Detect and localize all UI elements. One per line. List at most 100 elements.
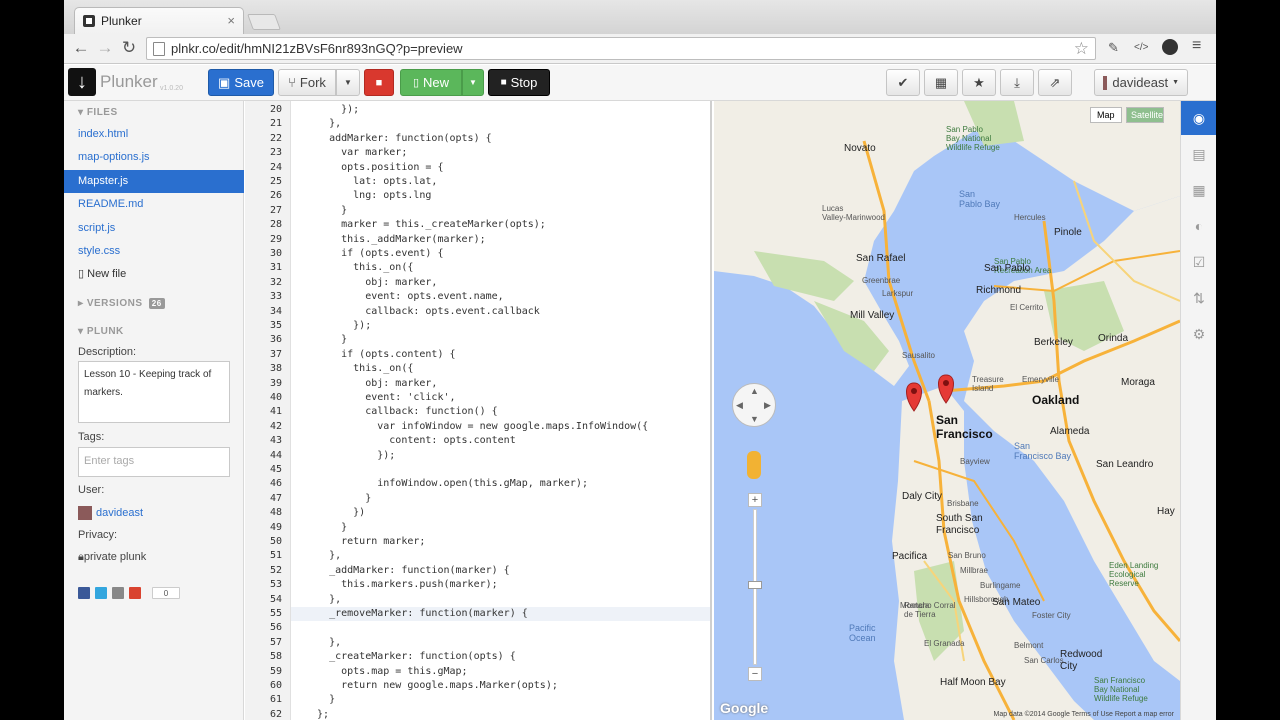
line-number: 57	[269, 636, 282, 648]
map-label: Alameda	[1050, 426, 1090, 437]
check-button[interactable]: ✔	[886, 69, 920, 96]
map-type-satellite-button[interactable]: Satellite	[1126, 107, 1164, 123]
plunk-section-header[interactable]: ▾ PLUNK	[78, 326, 124, 337]
browser-tab[interactable]: Plunker ×	[74, 7, 244, 34]
close-tab-icon[interactable]: ×	[227, 13, 235, 28]
download-icon: ⤓	[1014, 74, 1020, 90]
privacy-label: Privacy:	[78, 529, 118, 541]
line-number: 41	[269, 406, 282, 418]
map-label: Rancho Corral de Tierra	[904, 601, 956, 619]
new-dropdown-button[interactable]: ▼	[462, 69, 484, 96]
pan-down-icon[interactable]: ▼	[750, 414, 759, 424]
files-section-header[interactable]: ▾ FILES	[78, 107, 118, 118]
new-file-link[interactable]: ▯ New file	[64, 263, 244, 286]
map-label: Daly City	[902, 491, 943, 502]
email-icon[interactable]	[112, 587, 124, 599]
file-item[interactable]: README.md	[64, 193, 244, 216]
pan-right-icon[interactable]: ▶	[764, 400, 771, 411]
pan-left-icon[interactable]: ◀	[736, 400, 743, 411]
extension-eyedropper-icon[interactable]: ✎	[1108, 40, 1119, 56]
chevron-down-icon: ▾	[78, 107, 84, 118]
zoom-in-button[interactable]: +	[748, 493, 762, 507]
line-number: 54	[269, 593, 282, 605]
layers-icon[interactable]: ▤	[1181, 137, 1216, 171]
file-item-active[interactable]: Mapster.js	[64, 170, 244, 193]
google-logo[interactable]: Google	[720, 700, 768, 716]
tags-input[interactable]: Enter tags	[78, 447, 230, 477]
tags-label: Tags:	[78, 431, 105, 443]
stop-button[interactable]: ■ Stop	[488, 69, 550, 96]
new-file-icon: ▯	[412, 77, 420, 89]
back-icon[interactable]: ←	[70, 38, 92, 58]
map-label: Greenbrae	[862, 276, 901, 285]
fork-button[interactable]: ⑂ Fork	[278, 69, 336, 96]
extension-code-icon[interactable]: </>	[1134, 42, 1148, 53]
code-line: }	[305, 521, 348, 533]
star-button[interactable]: ★	[962, 69, 996, 96]
map-type-map-button[interactable]: Map	[1090, 107, 1122, 123]
google-plus-icon[interactable]	[129, 587, 141, 599]
code-line: content: opts.content	[305, 435, 516, 447]
file-item[interactable]: script.js	[64, 217, 244, 240]
code-line: callback: opts.event.callback	[305, 305, 540, 317]
forward-icon[interactable]: →	[94, 38, 116, 58]
map-label: Pacific Ocean	[849, 623, 876, 643]
bookmark-star-icon[interactable]: ☆	[1074, 39, 1089, 59]
external-link-icon: ⇗	[1049, 74, 1061, 90]
download-button[interactable]: ⤓	[1000, 69, 1034, 96]
file-item[interactable]: style.css	[64, 240, 244, 263]
pan-up-icon[interactable]: ▲	[750, 386, 759, 396]
sync-icon[interactable]: ⇅	[1181, 281, 1216, 315]
map-preview[interactable]: Map Satellite San Pablo Bay San Pablo Ba…	[714, 101, 1180, 720]
share-count: 0	[152, 587, 180, 599]
delete-button[interactable]: ■	[364, 69, 394, 96]
description-label: Description:	[78, 346, 137, 358]
checkbox-icon[interactable]: ☑	[1181, 245, 1216, 279]
reload-icon[interactable]: ↻	[118, 38, 140, 58]
code-line: }	[305, 204, 348, 216]
versions-section-header[interactable]: ▸ VERSIONS 26	[78, 298, 165, 309]
user-menu-button[interactable]: davideast ▼	[1094, 69, 1188, 96]
facebook-icon[interactable]	[78, 587, 90, 599]
map-label: San Francisco	[936, 413, 993, 441]
file-item[interactable]: map-options.js	[64, 146, 244, 169]
save-button[interactable]: ▣ Save	[208, 69, 274, 96]
plunker-logo-icon[interactable]: ↓	[68, 68, 96, 96]
street-view-pegman-icon[interactable]	[747, 451, 761, 479]
zoom-control[interactable]: + −	[748, 493, 762, 683]
file-item[interactable]: index.html	[64, 123, 244, 146]
map-label: Novato	[844, 143, 876, 154]
line-number: 21	[269, 118, 282, 130]
code-editor[interactable]: }); }, addMarker: function(opts) { var m…	[291, 101, 712, 720]
code-line: }	[305, 334, 348, 346]
fork-dropdown-button[interactable]: ▼	[336, 69, 360, 96]
chevron-down-icon: ▾	[78, 326, 84, 337]
code-line: this.markers.push(marker);	[305, 579, 498, 591]
gear-icon[interactable]: ⚙	[1181, 317, 1216, 351]
code-line: });	[305, 104, 360, 115]
extension-circle-icon[interactable]	[1162, 39, 1178, 55]
map-label: San Francisco Bay National Wildlife Refu…	[1094, 676, 1148, 703]
chrome-menu-icon[interactable]: ≡	[1192, 37, 1201, 55]
zoom-out-button[interactable]: −	[748, 667, 762, 681]
new-tab-button[interactable]	[247, 14, 281, 30]
external-link-button[interactable]: ⇗	[1038, 69, 1072, 96]
description-textarea[interactable]: Lesson 10 - Keeping track of markers.	[78, 361, 230, 423]
caret-down-icon: ▼	[469, 78, 477, 87]
map-copyright[interactable]: Map data ©2014 Google Terms of Use Repor…	[993, 711, 1174, 718]
line-number: 42	[269, 420, 282, 432]
map-label: Berkeley	[1034, 337, 1073, 348]
map-pan-control[interactable]: ▲ ▼ ◀ ▶	[732, 383, 776, 427]
zoom-slider-handle[interactable]	[748, 581, 762, 589]
twitter-icon[interactable]	[95, 587, 107, 599]
map-label: Orinda	[1098, 333, 1129, 344]
new-button[interactable]: ▯ New	[400, 69, 462, 96]
user-link[interactable]: davideast	[78, 506, 143, 520]
briefcase-button[interactable]: ▦	[924, 69, 958, 96]
briefcase-icon[interactable]: ▦	[1181, 173, 1216, 207]
preview-eye-icon[interactable]: ◉	[1181, 101, 1216, 135]
code-line: _createMarker: function(opts) {	[305, 651, 516, 663]
map-label: Oakland	[1032, 393, 1080, 407]
address-bar[interactable]: plnkr.co/edit/hmNI21zBVsF6nr893nGQ?p=pre…	[146, 37, 1096, 60]
dashboard-icon[interactable]: ◐	[1181, 209, 1216, 243]
